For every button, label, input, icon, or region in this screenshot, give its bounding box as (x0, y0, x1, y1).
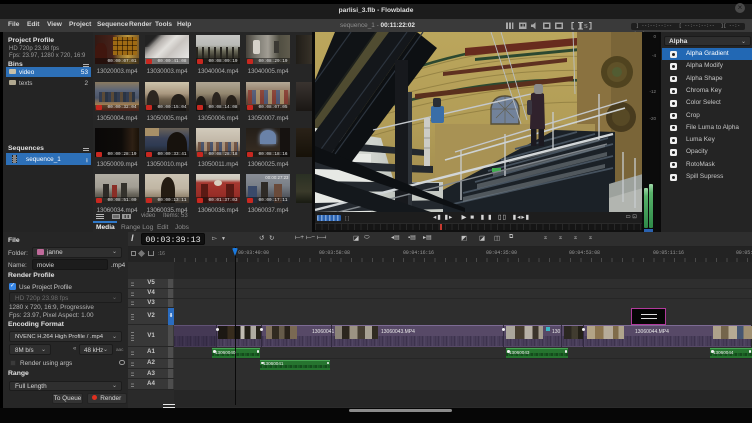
svg-text:S: S (584, 24, 588, 30)
